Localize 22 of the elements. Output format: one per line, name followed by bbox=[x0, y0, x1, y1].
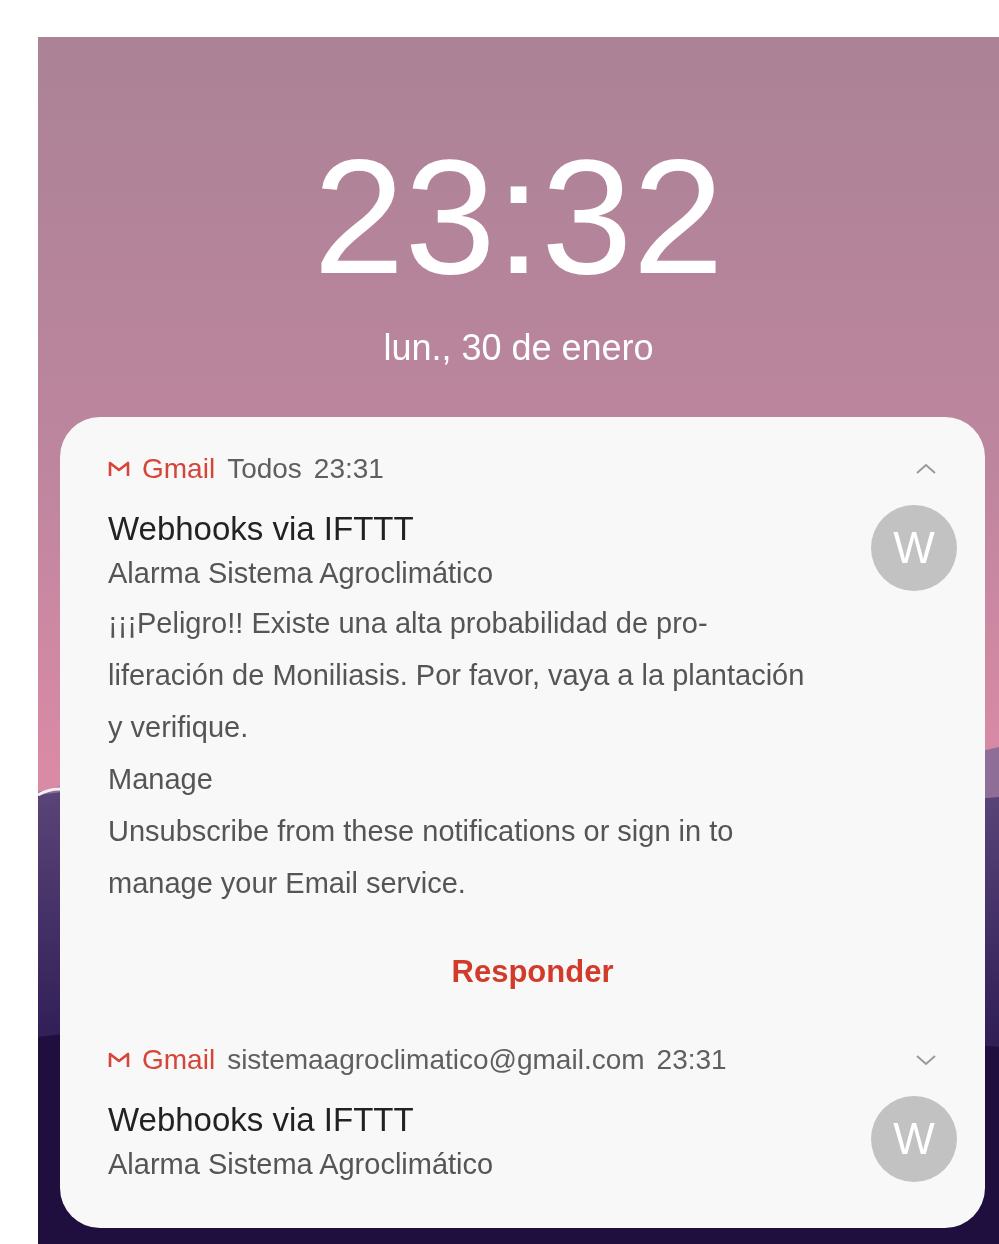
message-text: ¡¡¡Peligro!! Existe una alta probabilidad de pro- liferación de Moniliasis. Por favor, vaya a la plantación y verifique. bbox=[108, 606, 806, 745]
subject-text: Alarma Sistema Agroclimático bbox=[108, 556, 495, 591]
clock-time: 23:32 bbox=[313, 135, 724, 299]
reply-button[interactable]: Responder bbox=[435, 945, 630, 1000]
app-name: Gmail bbox=[142, 1045, 216, 1074]
mail-icon bbox=[108, 460, 130, 478]
message-text: Unsubscribe from these notifications or sign in to manage your Email service. bbox=[108, 814, 735, 901]
notification-time: 23:31 bbox=[656, 1045, 727, 1074]
notification-time: 23:31 bbox=[313, 455, 384, 483]
message-text: Manage bbox=[108, 762, 214, 797]
mail-icon bbox=[108, 1050, 130, 1069]
expand-icon[interactable] bbox=[915, 1053, 937, 1066]
subject-text: Alarma Sistema Agroclimático bbox=[108, 1146, 495, 1182]
notification-detail: sistemaagroclimatico@gmail.com bbox=[227, 1045, 645, 1074]
sender-name: Webhooks via IFTTT bbox=[108, 1099, 415, 1140]
collapse-icon[interactable] bbox=[915, 463, 937, 475]
app-name: Gmail bbox=[142, 455, 216, 483]
sender-name: Webhooks via IFTTT bbox=[108, 509, 415, 549]
avatar: W bbox=[871, 505, 957, 591]
notification-detail: Todos bbox=[227, 455, 302, 483]
avatar: W bbox=[871, 1095, 957, 1182]
date-text: lun., 30 de enero bbox=[383, 326, 654, 370]
